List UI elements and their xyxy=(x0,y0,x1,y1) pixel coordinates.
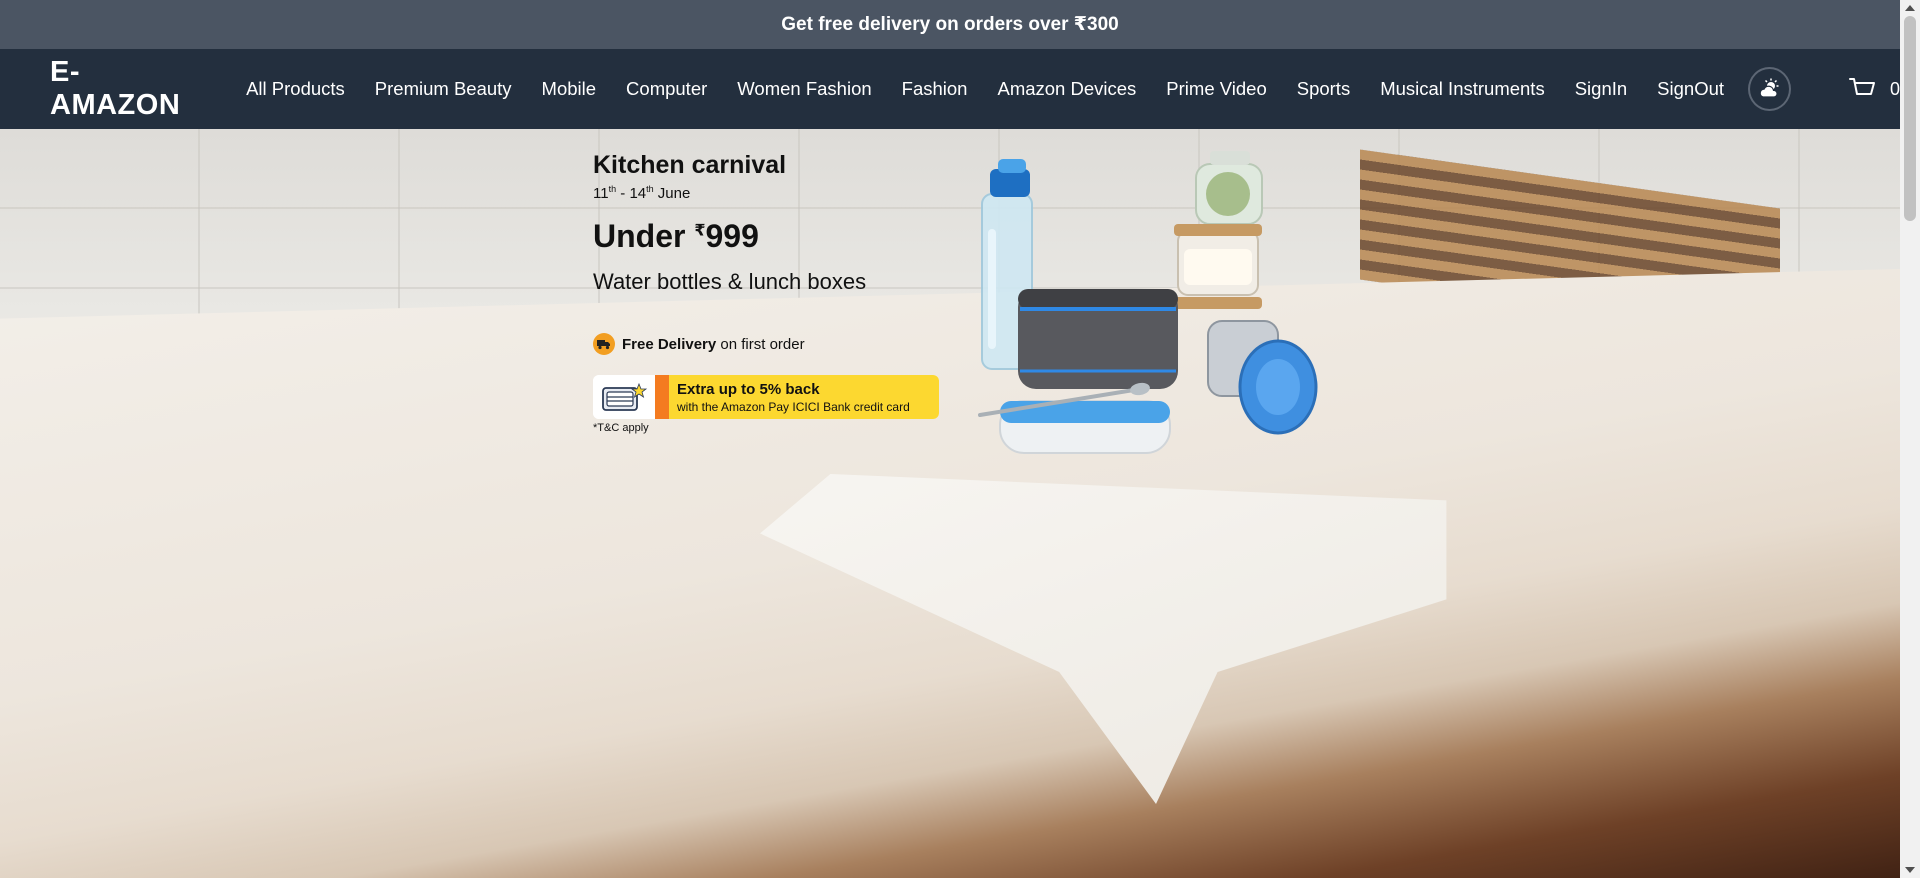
offer-description: with the Amazon Pay ICICI Bank credit ca… xyxy=(677,399,910,414)
navbar: E-AMAZON All Products Premium Beauty Mobil… xyxy=(0,49,1900,129)
nav-computer[interactable]: Computer xyxy=(626,78,707,100)
theme-toggle-button[interactable] xyxy=(1748,67,1791,111)
nav-signin[interactable]: SignIn xyxy=(1575,78,1627,100)
nav-signout[interactable]: SignOut xyxy=(1657,78,1724,100)
nav-amazon-devices[interactable]: Amazon Devices xyxy=(997,78,1136,100)
promo-dates: 11th - 14th June xyxy=(593,184,691,202)
nav-all-products[interactable]: All Products xyxy=(246,78,345,100)
free-delivery-text: on first order xyxy=(716,335,805,353)
offer-title: Extra up to 5% back xyxy=(677,380,820,398)
offer-accent-stripe xyxy=(655,375,669,419)
cart-button[interactable]: 0 xyxy=(1848,76,1900,102)
free-delivery-note: Free Delivery on first order xyxy=(593,333,1013,355)
scroll-thumb[interactable] xyxy=(1904,16,1916,221)
promo-block: Kitchen carnival 11th - 14th June Under … xyxy=(593,151,1013,434)
credit-card-icon xyxy=(593,375,655,419)
scroll-up-icon[interactable] xyxy=(1905,5,1915,11)
lunch-bag-icon xyxy=(1018,289,1178,389)
nav-prime-video[interactable]: Prime Video xyxy=(1166,78,1266,100)
page-scrollbar[interactable] xyxy=(1900,0,1920,878)
nav-sports[interactable]: Sports xyxy=(1297,78,1350,100)
announcement-bar: Get free delivery on orders over ₹300 xyxy=(0,0,1900,49)
bank-offer-banner[interactable]: Extra up to 5% back with the Amazon Pay … xyxy=(593,375,939,419)
logo[interactable]: E-AMAZON xyxy=(50,56,206,122)
nav-musical-instruments[interactable]: Musical Instruments xyxy=(1380,78,1545,100)
promo-subtitle: Water bottles & lunch boxes xyxy=(593,269,867,294)
announcement-text: Get free delivery on orders over ₹300 xyxy=(781,14,1119,35)
steel-tiffin-icon xyxy=(1207,320,1318,435)
free-delivery-bold: Free Delivery xyxy=(622,335,717,353)
kitchen-products-image xyxy=(978,151,1318,454)
nav-links: All Products Premium Beauty Mobile Computer… xyxy=(246,78,1754,100)
nav-women-fashion[interactable]: Women Fashion xyxy=(737,78,871,100)
cart-count: 0 xyxy=(1889,78,1900,99)
lunch-box-icon xyxy=(978,382,1171,454)
scroll-down-icon[interactable] xyxy=(1905,867,1915,873)
promo-price: Under ₹999 xyxy=(593,218,759,254)
nav-mobile[interactable]: Mobile xyxy=(542,78,597,100)
cart-icon xyxy=(1848,78,1875,95)
glass-jar-icon xyxy=(1174,151,1263,309)
nav-premium-beauty[interactable]: Premium Beauty xyxy=(375,78,512,100)
weather-theme-icon xyxy=(1759,78,1778,98)
nav-fashion[interactable]: Fashion xyxy=(902,78,968,100)
terms-note: *T&C apply xyxy=(593,422,649,434)
offer-text: Extra up to 5% back with the Amazon Pay … xyxy=(669,375,939,419)
hero-banner[interactable]: Kitchen carnival 11th - 14th June Under … xyxy=(0,129,1900,878)
delivery-truck-icon xyxy=(593,333,615,355)
promo-title: Kitchen carnival xyxy=(593,151,787,179)
